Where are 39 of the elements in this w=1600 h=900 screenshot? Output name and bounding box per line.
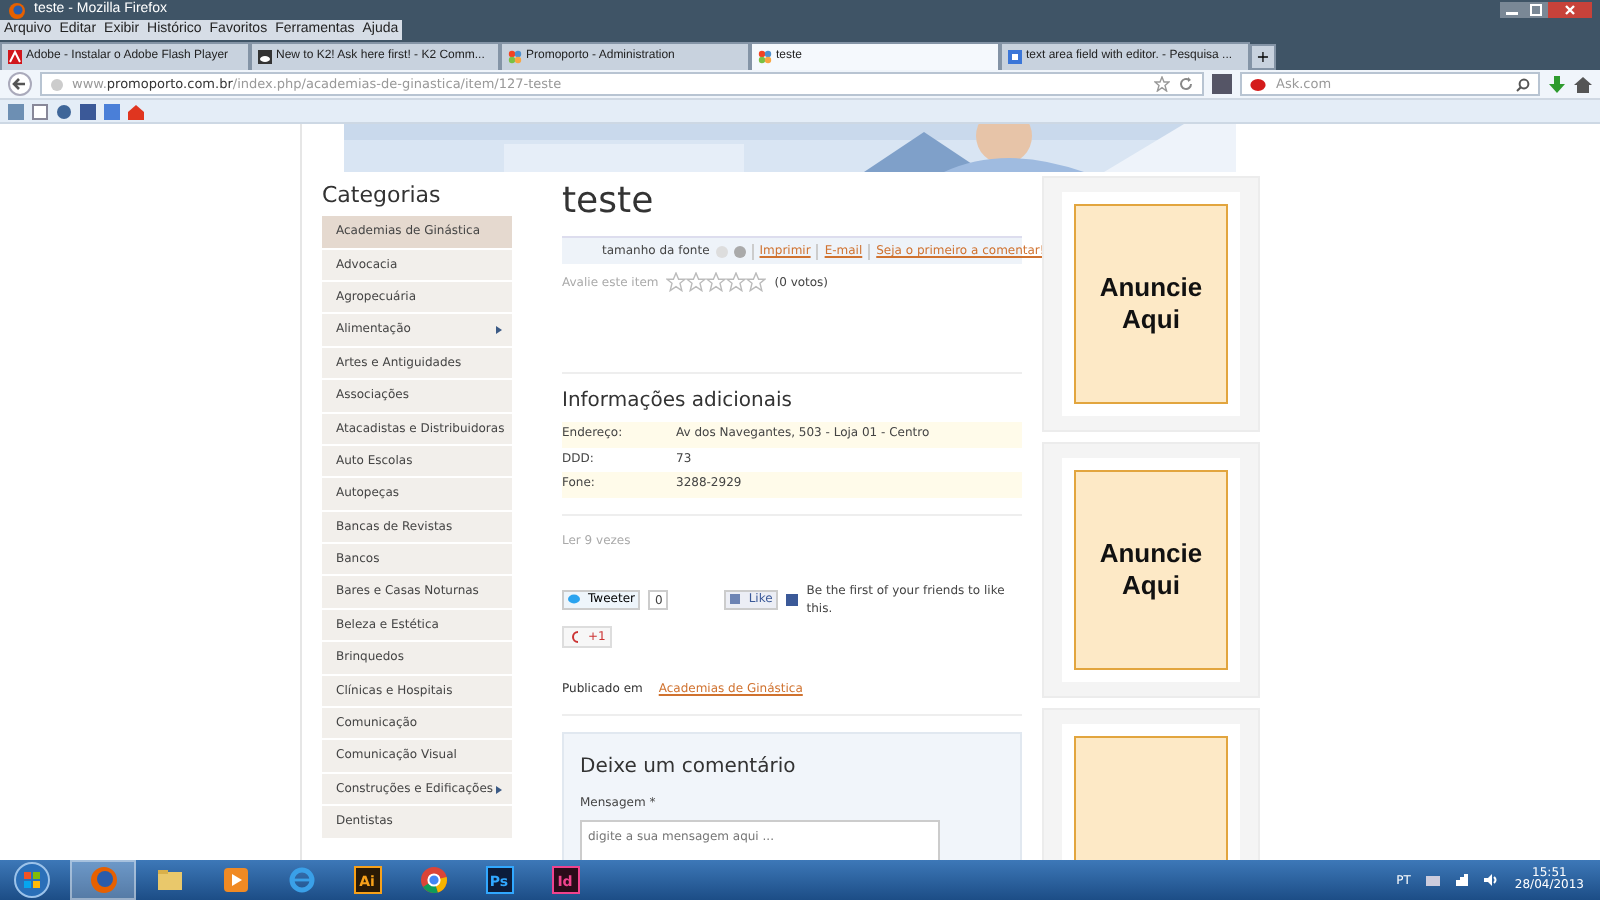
minimize-icon[interactable]: [1500, 2, 1524, 18]
chrome-icon: [419, 866, 447, 894]
media-player-icon: [221, 866, 249, 894]
star-icon[interactable]: [686, 272, 707, 292]
download-icon[interactable]: [1548, 75, 1566, 93]
page-icon: [508, 50, 522, 64]
browser-e-icon: [287, 866, 315, 894]
star-icon[interactable]: [1154, 76, 1170, 92]
ad-banner[interactable]: Anuncie Aqui: [1074, 470, 1228, 670]
speaker-icon[interactable]: [1484, 874, 1499, 886]
article-title: teste: [562, 180, 656, 224]
search-icon[interactable]: [1516, 77, 1530, 91]
back-icon[interactable]: [8, 72, 32, 96]
reload-icon[interactable]: [1178, 76, 1194, 92]
close-icon[interactable]: [1548, 2, 1592, 18]
page-icon: [758, 50, 772, 64]
home-icon[interactable]: [1574, 75, 1592, 93]
star-icon[interactable]: [746, 272, 767, 292]
rating-stars[interactable]: [666, 272, 767, 292]
page-icon: [1008, 50, 1022, 64]
new-tab-button[interactable]: +: [1250, 44, 1276, 70]
firefox-icon: [89, 866, 117, 894]
sidebar-heading: Categorias: [322, 182, 443, 209]
start-button[interactable]: [8, 862, 56, 898]
star-icon[interactable]: [706, 272, 727, 292]
taskbar-app[interactable]: [70, 860, 136, 900]
folder-icon: [155, 866, 183, 894]
comment-heading: Deixe um comentário: [580, 753, 798, 781]
star-icon[interactable]: [666, 272, 687, 292]
browser-logo-icon: [8, 1, 26, 19]
font-increase-icon[interactable]: [733, 245, 746, 257]
info-heading: Informações adicionais: [562, 372, 1022, 416]
page-icon: [8, 50, 22, 64]
ad-banner[interactable]: Anuncie Aqui: [1074, 204, 1228, 404]
maximize-icon[interactable]: [1524, 2, 1548, 18]
star-icon[interactable]: [726, 272, 747, 292]
search-engine-icon: [1250, 77, 1268, 91]
page-icon: [258, 50, 272, 64]
network-icon[interactable]: [1456, 874, 1469, 886]
